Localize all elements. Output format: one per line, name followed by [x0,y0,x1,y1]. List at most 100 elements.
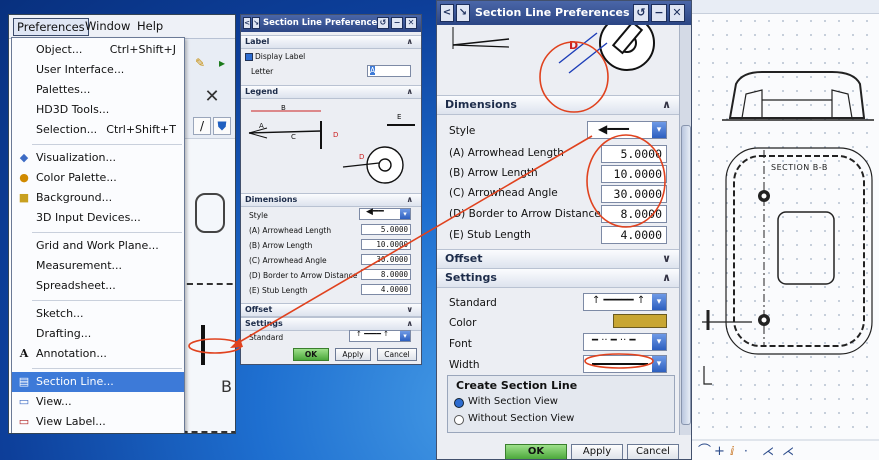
tool-icon[interactable]: ▸ [213,55,231,73]
menu-help[interactable]: Help [137,19,163,33]
menu-window[interactable]: Window [85,19,130,33]
refresh-icon[interactable]: ↺ [633,4,649,22]
cancel-button[interactable]: Cancel [627,444,679,459]
visualization-icon: ◆ [19,151,29,164]
letter-field[interactable]: A [367,65,411,77]
style-dropdown[interactable]: ◀━━ ▾ [359,207,411,220]
ok-button[interactable]: OK [505,444,567,459]
arrowhead-length-field[interactable]: 5.0000 [361,224,411,235]
menu-item-drafting[interactable]: Drafting... [12,324,184,344]
letter-label: Letter [251,67,274,76]
section-line-preferences-large: < ↘ Section Line Preferences ↺ − ✕ D Dim… [436,0,692,460]
standard-dropdown[interactable]: ↑ ━━━━ ↑ ▾ [349,330,411,342]
dimensions-section-header[interactable]: Dimensions ∧ [241,193,421,207]
legend-section-header[interactable]: Legend ∧ [241,85,421,99]
stub-length-field[interactable]: 4.0000 [601,226,667,244]
dialog-scrollbar[interactable] [679,25,691,435]
settings-section-header[interactable]: Settings ∧ [437,268,679,288]
drawing-screenshot[interactable]: ⌒ + ⅈ · ⋌ ⋌ SECTION B-B [692,0,879,460]
without-section-view-radio[interactable] [454,415,464,425]
arrowhead-angle-field[interactable]: 30.0000 [601,185,667,203]
with-section-view-label: With Section View [468,396,558,407]
standard-label: Standard [249,333,284,342]
minimize-icon[interactable]: − [651,4,667,22]
menu-item-object[interactable]: Object... Ctrl+Shift+J [12,40,184,60]
menu-item-measurement[interactable]: Measurement... [12,256,184,276]
svg-text:D: D [569,39,578,52]
menu-item-section-line[interactable]: ▤ Section Line... [12,372,184,392]
refresh-icon[interactable]: ↺ [377,17,389,29]
close-icon[interactable]: ✕ [669,4,685,22]
color-swatch[interactable] [613,314,667,328]
arrow-length-label: (B) Arrow Length [249,241,313,250]
dialog-title-bar[interactable]: < ↘ Section Line Preferences ↺ − ✕ [437,1,691,25]
chevron-down-icon: ▾ [652,122,666,138]
style-dropdown[interactable]: ◀━━━ ▾ [587,121,667,139]
width-dropdown[interactable]: ▾ [583,355,667,373]
display-label-checkbox[interactable] [245,53,253,61]
menu-item-background[interactable]: ■ Background... [12,188,184,208]
border-distance-field[interactable]: 8.0000 [601,205,667,223]
reset-icon[interactable]: ↘ [252,17,260,29]
svg-text:⋌: ⋌ [762,444,774,458]
menu-item-view[interactable]: ▭ View... [12,392,184,412]
arrowhead-angle-field[interactable]: 30.0000 [361,254,411,265]
drawing-fragment [195,193,225,233]
dialog-title-bar[interactable]: < ↘ Section Line Preferences ↺ − ✕ [241,15,421,32]
chevron-down-icon: ▾ [652,294,666,310]
reset-icon[interactable]: ↘ [456,4,470,22]
dimensions-section-header[interactable]: Dimensions ∧ [437,95,679,115]
ok-button[interactable]: OK [293,348,329,361]
chevron-down-icon: ▾ [400,209,410,219]
apply-button[interactable]: Apply [335,348,371,361]
collapse-icon[interactable]: < [440,4,454,22]
apply-button[interactable]: Apply [571,444,623,459]
without-section-view-label: Without Section View [468,413,575,424]
menu-item-hd3d-tools[interactable]: HD3D Tools... [12,100,184,120]
menu-item-spreadsheet[interactable]: Spreadsheet... [12,276,184,296]
menu-item-selection[interactable]: Selection... Ctrl+Shift+T [12,120,184,140]
cancel-button[interactable]: Cancel [377,348,417,361]
settings-section-header[interactable]: Settings ∧ [241,317,421,331]
tool-icon[interactable]: ⛊ [213,117,231,135]
menu-preferences[interactable]: Preferences [13,18,89,36]
menu-item-3d-input-devices[interactable]: 3D Input Devices... [12,208,184,228]
offset-section-header[interactable]: Offset ∨ [241,303,421,317]
menu-item-visualization[interactable]: ◆ Visualization... [12,148,184,168]
menu-item-color-palette[interactable]: ● Color Palette... [12,168,184,188]
standard-dropdown[interactable]: ↑ ━━━━━ ↑ ▾ [583,293,667,311]
canvas-toolbar: ✎ ▸ ✕ / ⛊ [185,39,235,139]
menu-item-view-label[interactable]: ▭ View Label... [12,412,184,432]
close-icon[interactable]: ✕ [203,88,221,107]
tool-icon[interactable]: ✎ [191,55,209,73]
legend-diagram: B A C E D D [248,104,415,184]
arrowhead-angle-label: (C) Arrowhead Angle [249,256,327,265]
preferences-menu: Object... Ctrl+Shift+J User Interface... … [11,37,185,433]
menu-item-user-interface[interactable]: User Interface... [12,60,184,80]
border-distance-field[interactable]: 8.0000 [361,269,411,280]
drawing-letter-b: B [221,377,232,396]
collapse-icon[interactable]: < [243,17,251,29]
svg-text:·: · [744,444,748,458]
arrowhead-length-field[interactable]: 5.0000 [601,145,667,163]
with-section-view-radio[interactable] [454,398,464,408]
menu-item-grid-work-plane[interactable]: Grid and Work Plane... [12,236,184,256]
scrollbar-thumb[interactable] [681,125,691,425]
menu-separator [32,368,182,369]
menu-item-annotation[interactable]: A Annotation... [12,344,184,364]
menu-item-sketch[interactable]: Sketch... [12,304,184,324]
line-tool-icon[interactable]: / [193,117,211,135]
minimize-icon[interactable]: − [391,17,403,29]
offset-section-header[interactable]: Offset ∨ [437,249,679,269]
close-icon[interactable]: ✕ [405,17,417,29]
stub-length-field[interactable]: 4.0000 [361,284,411,295]
drawing-view: ⌒ + ⅈ · ⋌ ⋌ [692,71,879,459]
arrow-length-field[interactable]: 10.0000 [601,165,667,183]
border-distance-label: (D) Border to Arrow Distance [449,208,601,220]
arrow-length-field[interactable]: 10.0000 [361,239,411,250]
label-section-header[interactable]: Label ∧ [241,35,421,49]
svg-text:+: + [714,444,725,459]
arrowhead-angle-label: (C) Arrowhead Angle [449,187,558,199]
menu-item-palettes[interactable]: Palettes... [12,80,184,100]
font-dropdown[interactable]: ━ ·· ━ ·· ━ ▾ [583,333,667,351]
